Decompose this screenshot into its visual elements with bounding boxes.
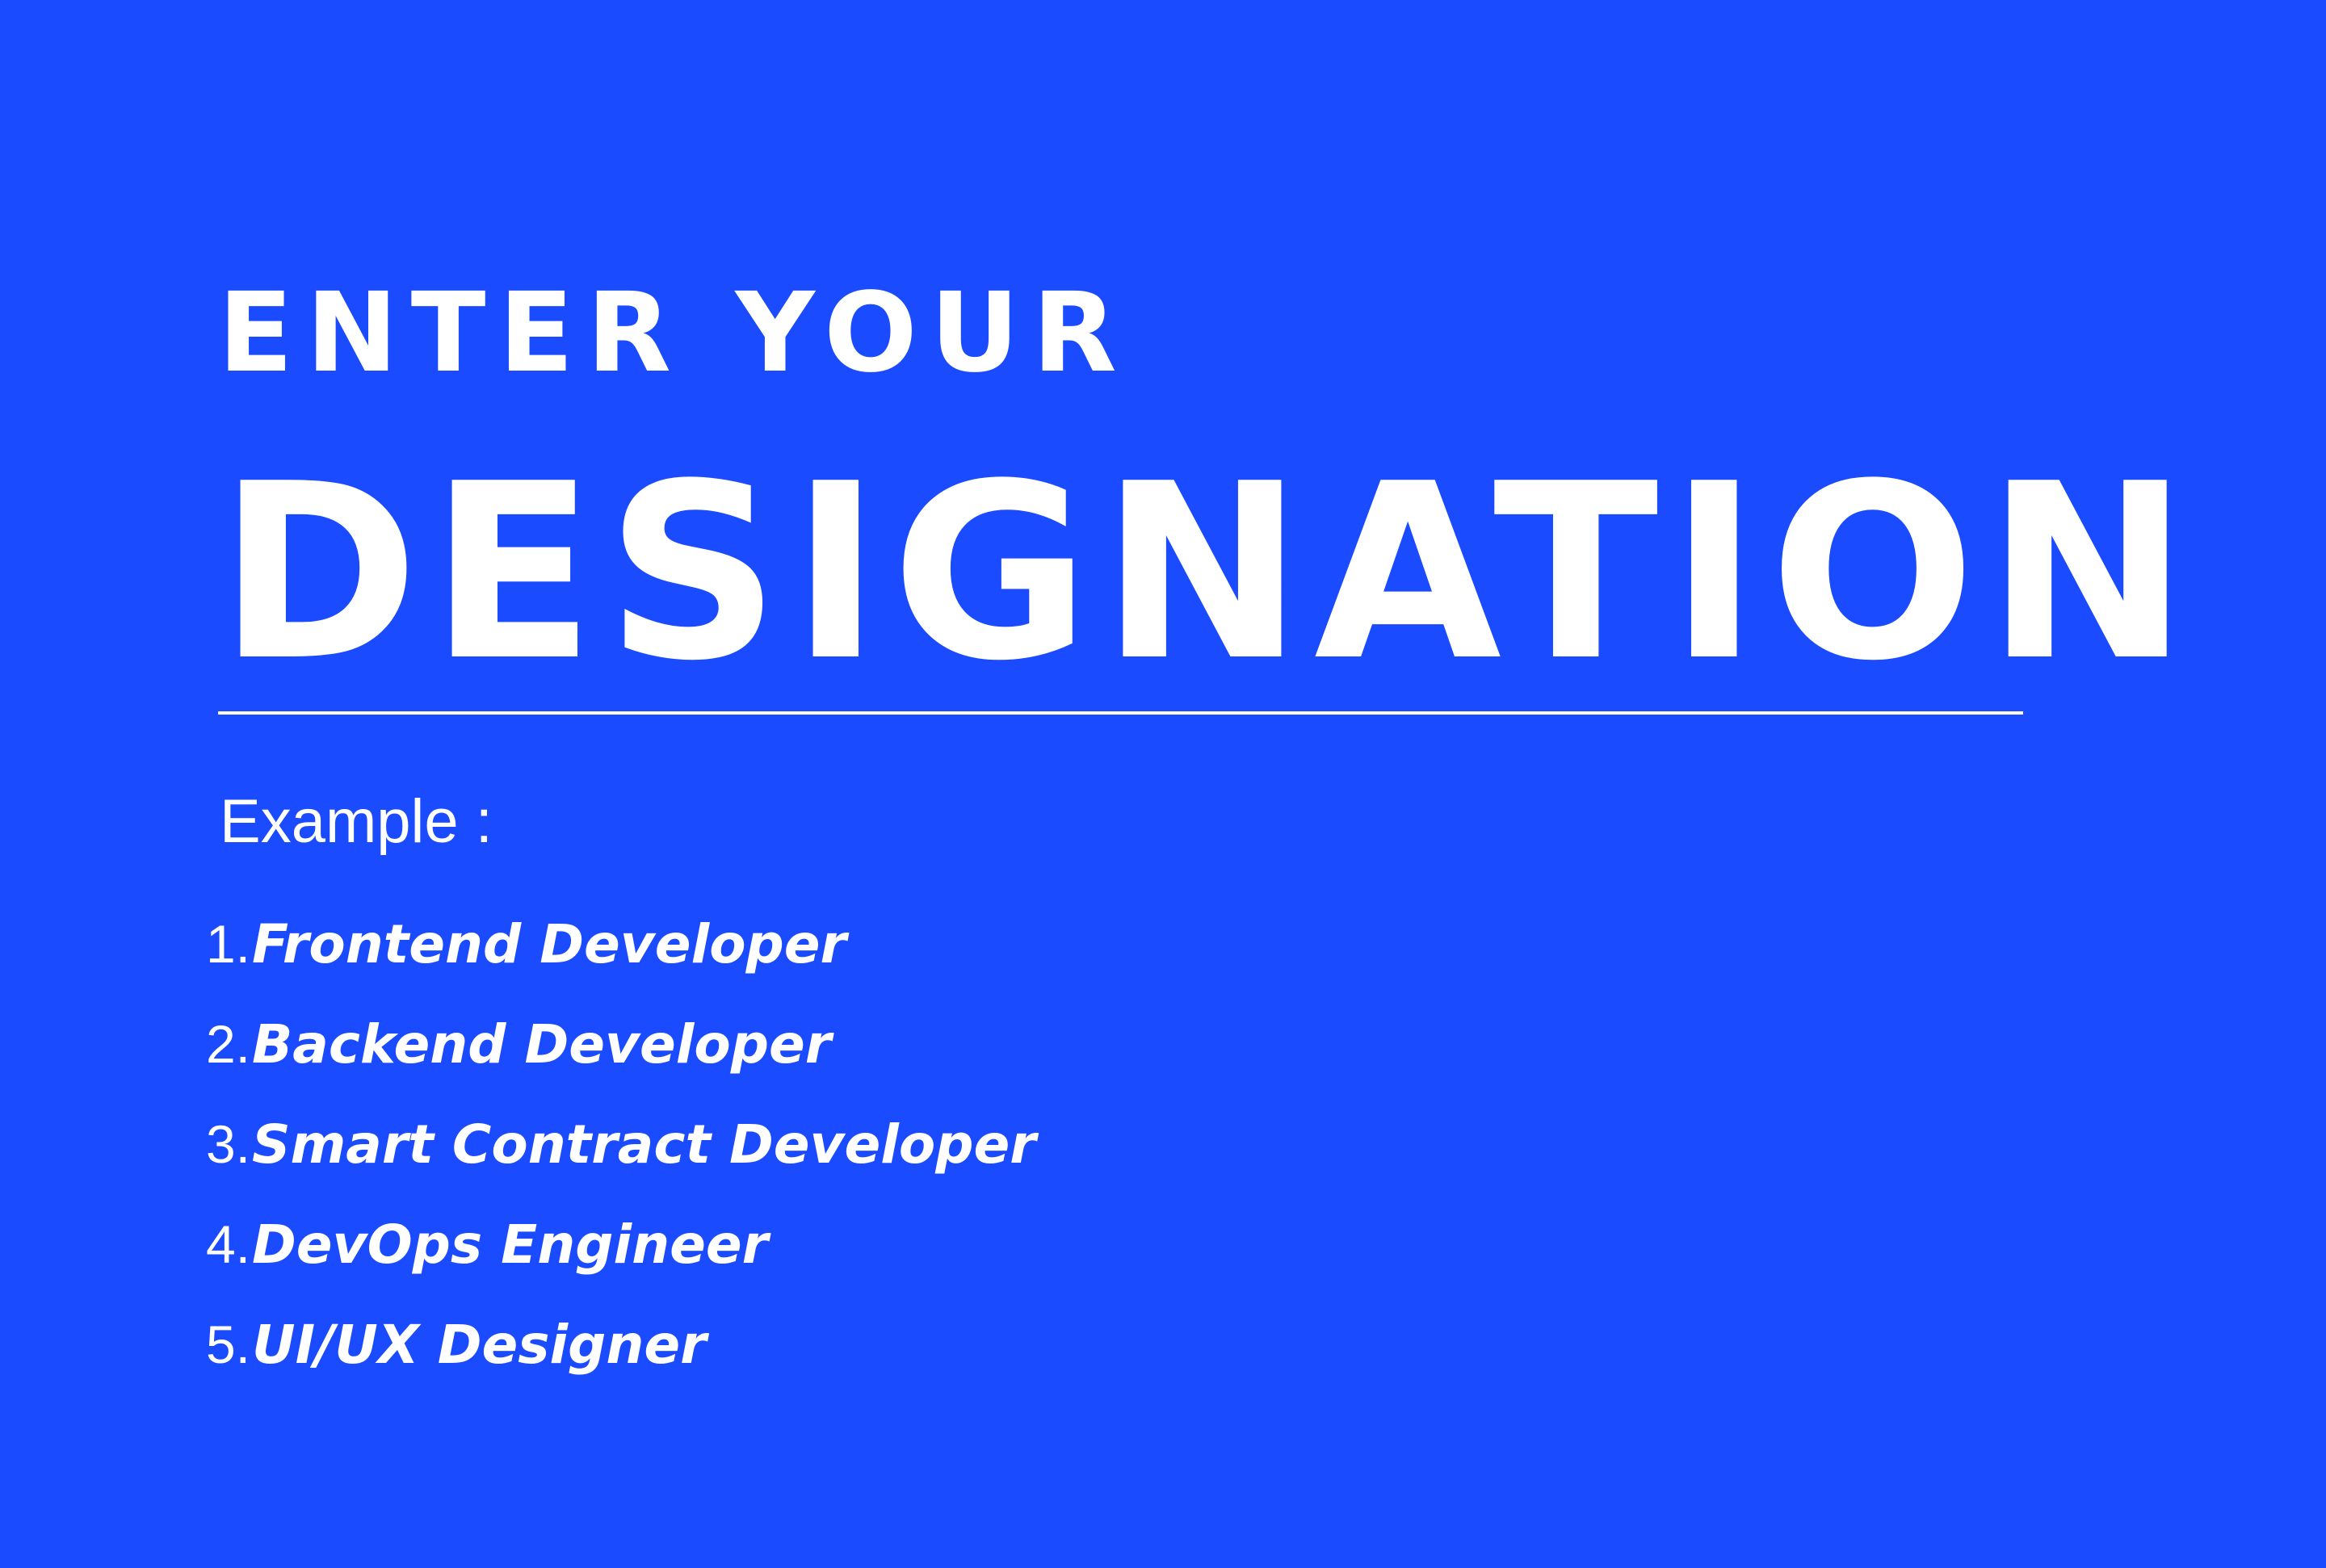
list-item-number: 2.	[205, 1014, 250, 1074]
title-divider	[218, 711, 2023, 715]
list-item-number: 4.	[205, 1214, 250, 1274]
list-item: 1. Frontend Developer	[194, 917, 1036, 1017]
list-item-text: Smart Contract Developer	[252, 1113, 1036, 1176]
list-item-text: Backend Developer	[252, 1013, 832, 1075]
heading-kicker: ENTER YOUR	[218, 270, 1130, 397]
list-item-text: UI/UX Designer	[252, 1314, 707, 1376]
example-label: Example :	[220, 787, 493, 856]
list-item-number: 5.	[205, 1314, 250, 1374]
list-item-number: 1.	[205, 914, 250, 974]
list-item-text: Frontend Developer	[252, 913, 847, 975]
example-list: 1. Frontend Developer 2. Backend Develop…	[194, 917, 1036, 1418]
page-title: DESIGNATION	[218, 432, 2200, 714]
list-item: 2. Backend Developer	[194, 1017, 1036, 1117]
list-item: 4. DevOps Engineer	[194, 1218, 1036, 1318]
list-item-text: DevOps Engineer	[252, 1214, 769, 1276]
designation-card: ENTER YOUR DESIGNATION Example : 1. Fron…	[0, 0, 2326, 1568]
list-item-number: 3.	[205, 1114, 250, 1174]
list-item: 3. Smart Contract Developer	[194, 1117, 1036, 1218]
list-item: 5. UI/UX Designer	[194, 1318, 1036, 1418]
